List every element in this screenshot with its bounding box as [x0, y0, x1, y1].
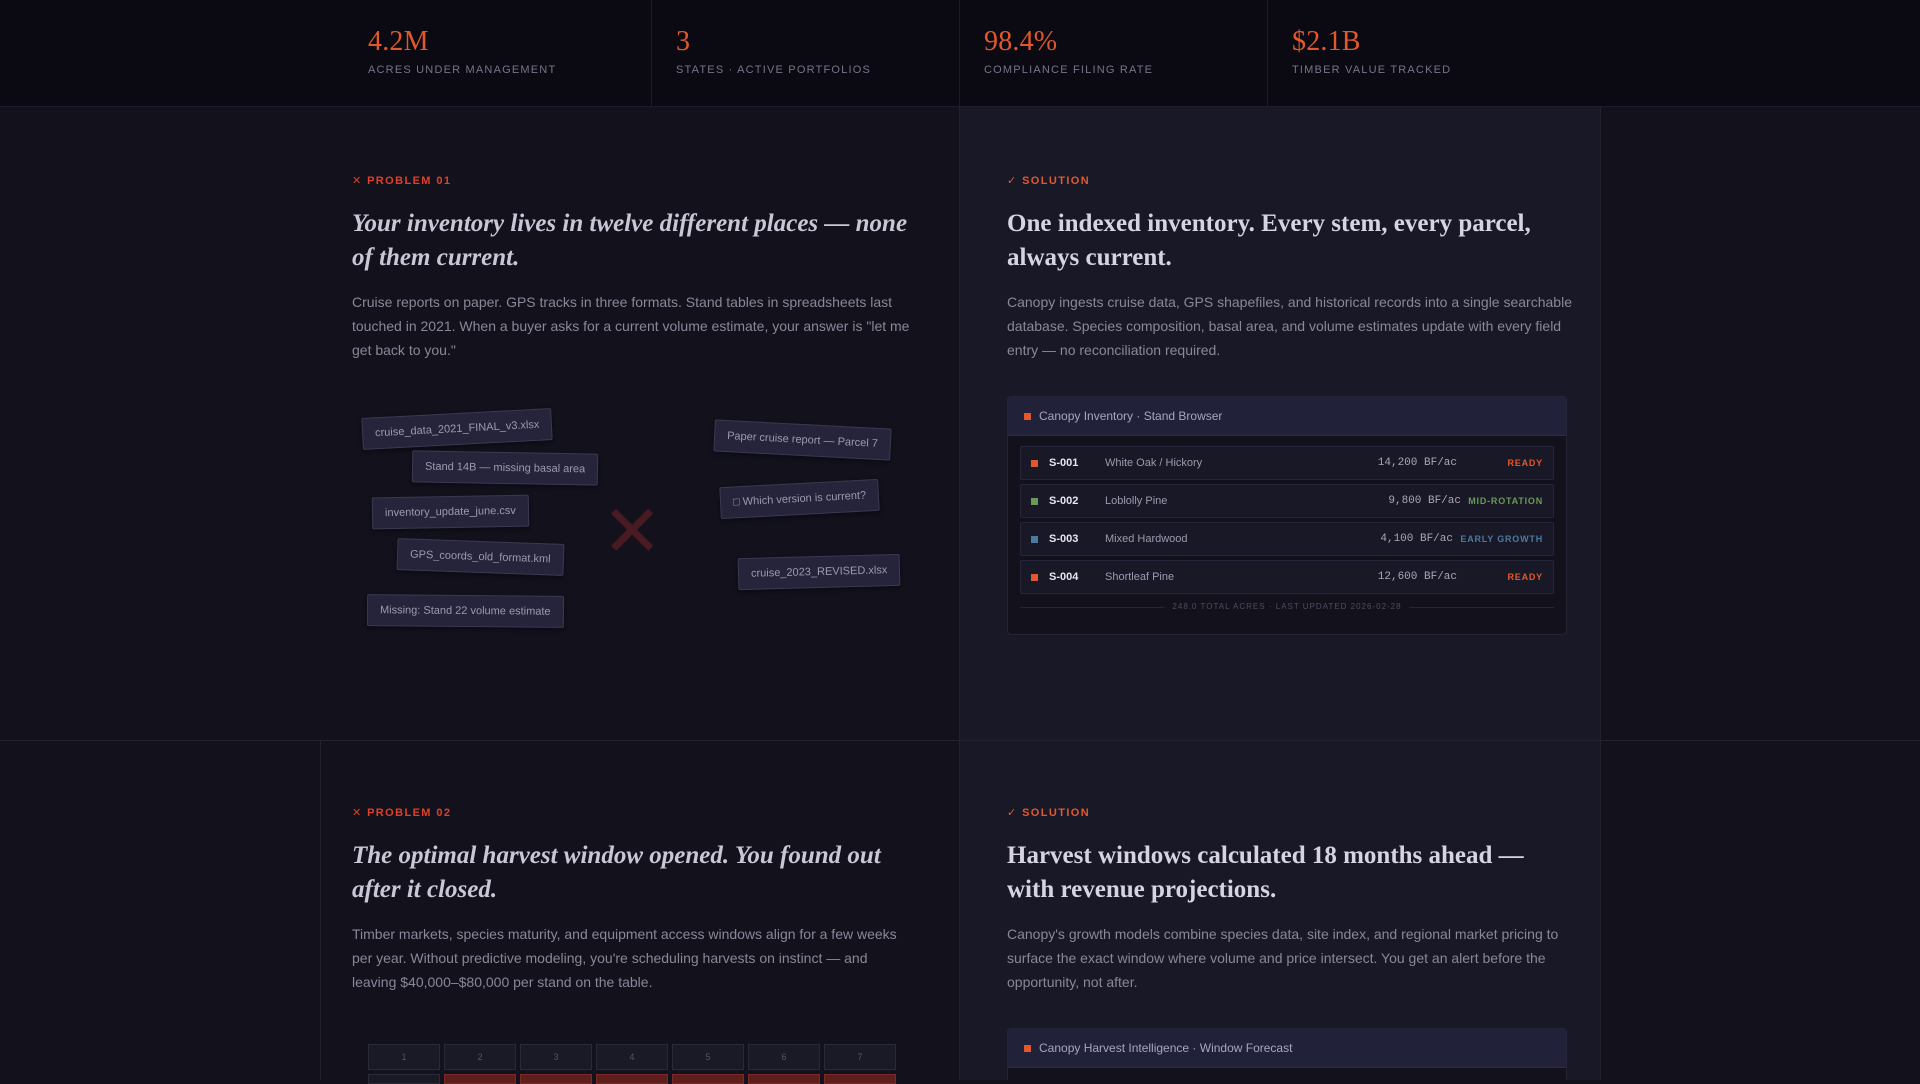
- stat-value: $2.1B: [1292, 26, 1361, 57]
- stand-row[interactable]: S-002 Loblolly Pine 9,800 BF/ac MID-ROTA…: [1020, 484, 1554, 518]
- problem-02-panel: [320, 741, 959, 1080]
- status-dot-icon: [1031, 460, 1038, 467]
- inventory-card: Canopy Inventory · Stand Browser S-001 W…: [1007, 396, 1567, 635]
- stand-volume: 12,600 BF/ac: [1377, 571, 1457, 583]
- stand-volume: 4,100 BF/ac: [1380, 533, 1453, 545]
- status-dot-icon: [1031, 536, 1038, 543]
- stand-row[interactable]: S-004 Shortleaf Pine 12,600 BF/ac READY: [1020, 560, 1554, 594]
- status-dot-icon: [1031, 498, 1038, 505]
- stat-label: ACRES UNDER MANAGEMENT: [368, 64, 557, 76]
- square-icon: [1024, 412, 1031, 420]
- calendar-cell-missed: [596, 1074, 668, 1084]
- calendar-cell: 4: [596, 1044, 668, 1070]
- stand-volume: 14,200 BF/ac: [1377, 457, 1457, 469]
- section-divider: [0, 740, 1920, 741]
- column-divider: [959, 107, 960, 1080]
- problem-01-body: Cruise reports on paper. GPS tracks in t…: [352, 294, 910, 358]
- calendar-cell: [368, 1074, 440, 1084]
- card-header: Canopy Harvest Intelligence · Window For…: [1008, 1029, 1566, 1068]
- solution-02-body: Canopy's growth models combine species d…: [1007, 926, 1559, 990]
- stat-states: 3 STATES · ACTIVE PORTFOLIOS: [628, 0, 960, 106]
- card-footer: 248.0 TOTAL ACRES · LAST UPDATED 2026-02…: [1020, 602, 1554, 620]
- calendar-cell: 6: [748, 1044, 820, 1070]
- stand-id: S-002: [1049, 495, 1079, 507]
- calendar-cell: 1: [368, 1044, 440, 1070]
- card-header: Canopy Inventory · Stand Browser: [1008, 397, 1566, 436]
- status-dot-icon: [1031, 574, 1038, 581]
- file-chip: Stand 14B — missing basal area: [411, 450, 599, 486]
- card-footer-text: 248.0 TOTAL ACRES · LAST UPDATED 2026-02…: [1164, 602, 1410, 611]
- stat-value: 98.4%: [984, 26, 1058, 57]
- file-chip: GPS_coords_old_format.kml: [396, 538, 565, 576]
- file-chip: cruise_2023_REVISED.xlsx: [737, 553, 901, 591]
- stats-bar: 4.2M ACRES UNDER MANAGEMENT 3 STATES · A…: [0, 0, 1920, 107]
- stand-id: S-004: [1049, 571, 1079, 583]
- stat-label: TIMBER VALUE TRACKED: [1292, 64, 1452, 76]
- file-chip: Missing: Stand 22 volume estimate: [366, 594, 564, 628]
- calendar-cell-missed: [520, 1074, 592, 1084]
- calendar-cell: 5: [672, 1044, 744, 1070]
- stand-row[interactable]: S-001 White Oak / Hickory 14,200 BF/ac R…: [1020, 446, 1554, 480]
- status-badge: READY: [1507, 458, 1543, 468]
- stand-name: Mixed Hardwood: [1105, 533, 1188, 545]
- calendar-cell: 3: [520, 1044, 592, 1070]
- card-title: Canopy Inventory · Stand Browser: [1039, 409, 1223, 423]
- calendar-cell-missed: [444, 1074, 516, 1084]
- problem-02-tag: ✕ PROBLEM 02: [352, 807, 452, 819]
- file-chip: inventory_update_june.csv: [371, 494, 530, 530]
- error-x-icon: ✕: [602, 492, 663, 572]
- column-divider: [1600, 107, 1601, 1080]
- calendar-cell-missed: [672, 1074, 744, 1084]
- calendar-cell-missed: [824, 1074, 896, 1084]
- stand-id: S-003: [1049, 533, 1079, 545]
- stand-row[interactable]: S-003 Mixed Hardwood 4,100 BF/ac EARLY G…: [1020, 522, 1554, 556]
- stand-name: Shortleaf Pine: [1105, 571, 1175, 583]
- column-divider: [320, 741, 321, 1080]
- stat-acres: 4.2M ACRES UNDER MANAGEMENT: [320, 0, 652, 106]
- harvest-forecast-card: Canopy Harvest Intelligence · Window For…: [1007, 1028, 1567, 1080]
- problem-02-heading: The optimal harvest window opened. You f…: [352, 842, 881, 903]
- stat-value: 4.2M: [368, 26, 429, 57]
- solution-01-body: Canopy ingests cruise data, GPS shapefil…: [1007, 294, 1572, 358]
- stat-timber-value: $2.1B TIMBER VALUE TRACKED: [1244, 0, 1600, 106]
- solution-01-tag: ✓ SOLUTION: [1007, 175, 1091, 187]
- stand-name: White Oak / Hickory: [1105, 457, 1203, 469]
- problem-01-heading: Your inventory lives in twelve different…: [352, 210, 908, 271]
- solution-02-tag: ✓ SOLUTION: [1007, 807, 1091, 819]
- card-title: Canopy Harvest Intelligence · Window For…: [1039, 1041, 1293, 1055]
- stand-id: S-001: [1049, 457, 1079, 469]
- solution-01-heading: One indexed inventory. Every stem, every…: [1007, 210, 1531, 271]
- problem-02-body: Timber markets, species maturity, and eq…: [352, 926, 897, 990]
- status-badge: READY: [1507, 572, 1543, 582]
- stand-name: Loblolly Pine: [1105, 495, 1168, 507]
- stand-volume: 9,800 BF/ac: [1388, 495, 1461, 507]
- stat-compliance: 98.4% COMPLIANCE FILING RATE: [936, 0, 1268, 106]
- status-badge: MID-ROTATION: [1468, 496, 1543, 506]
- calendar-cell: 2: [444, 1044, 516, 1070]
- status-badge: EARLY GROWTH: [1460, 534, 1543, 544]
- square-icon: [1024, 1044, 1031, 1052]
- calendar-cell: 7: [824, 1044, 896, 1070]
- stat-label: STATES · ACTIVE PORTFOLIOS: [676, 64, 872, 76]
- calendar-cell-missed: [748, 1074, 820, 1084]
- problem-01-tag: ✕ PROBLEM 01: [352, 175, 452, 187]
- solution-02-heading: Harvest windows calculated 18 months ahe…: [1007, 842, 1524, 903]
- stat-label: COMPLIANCE FILING RATE: [984, 64, 1154, 76]
- stat-value: 3: [676, 26, 691, 57]
